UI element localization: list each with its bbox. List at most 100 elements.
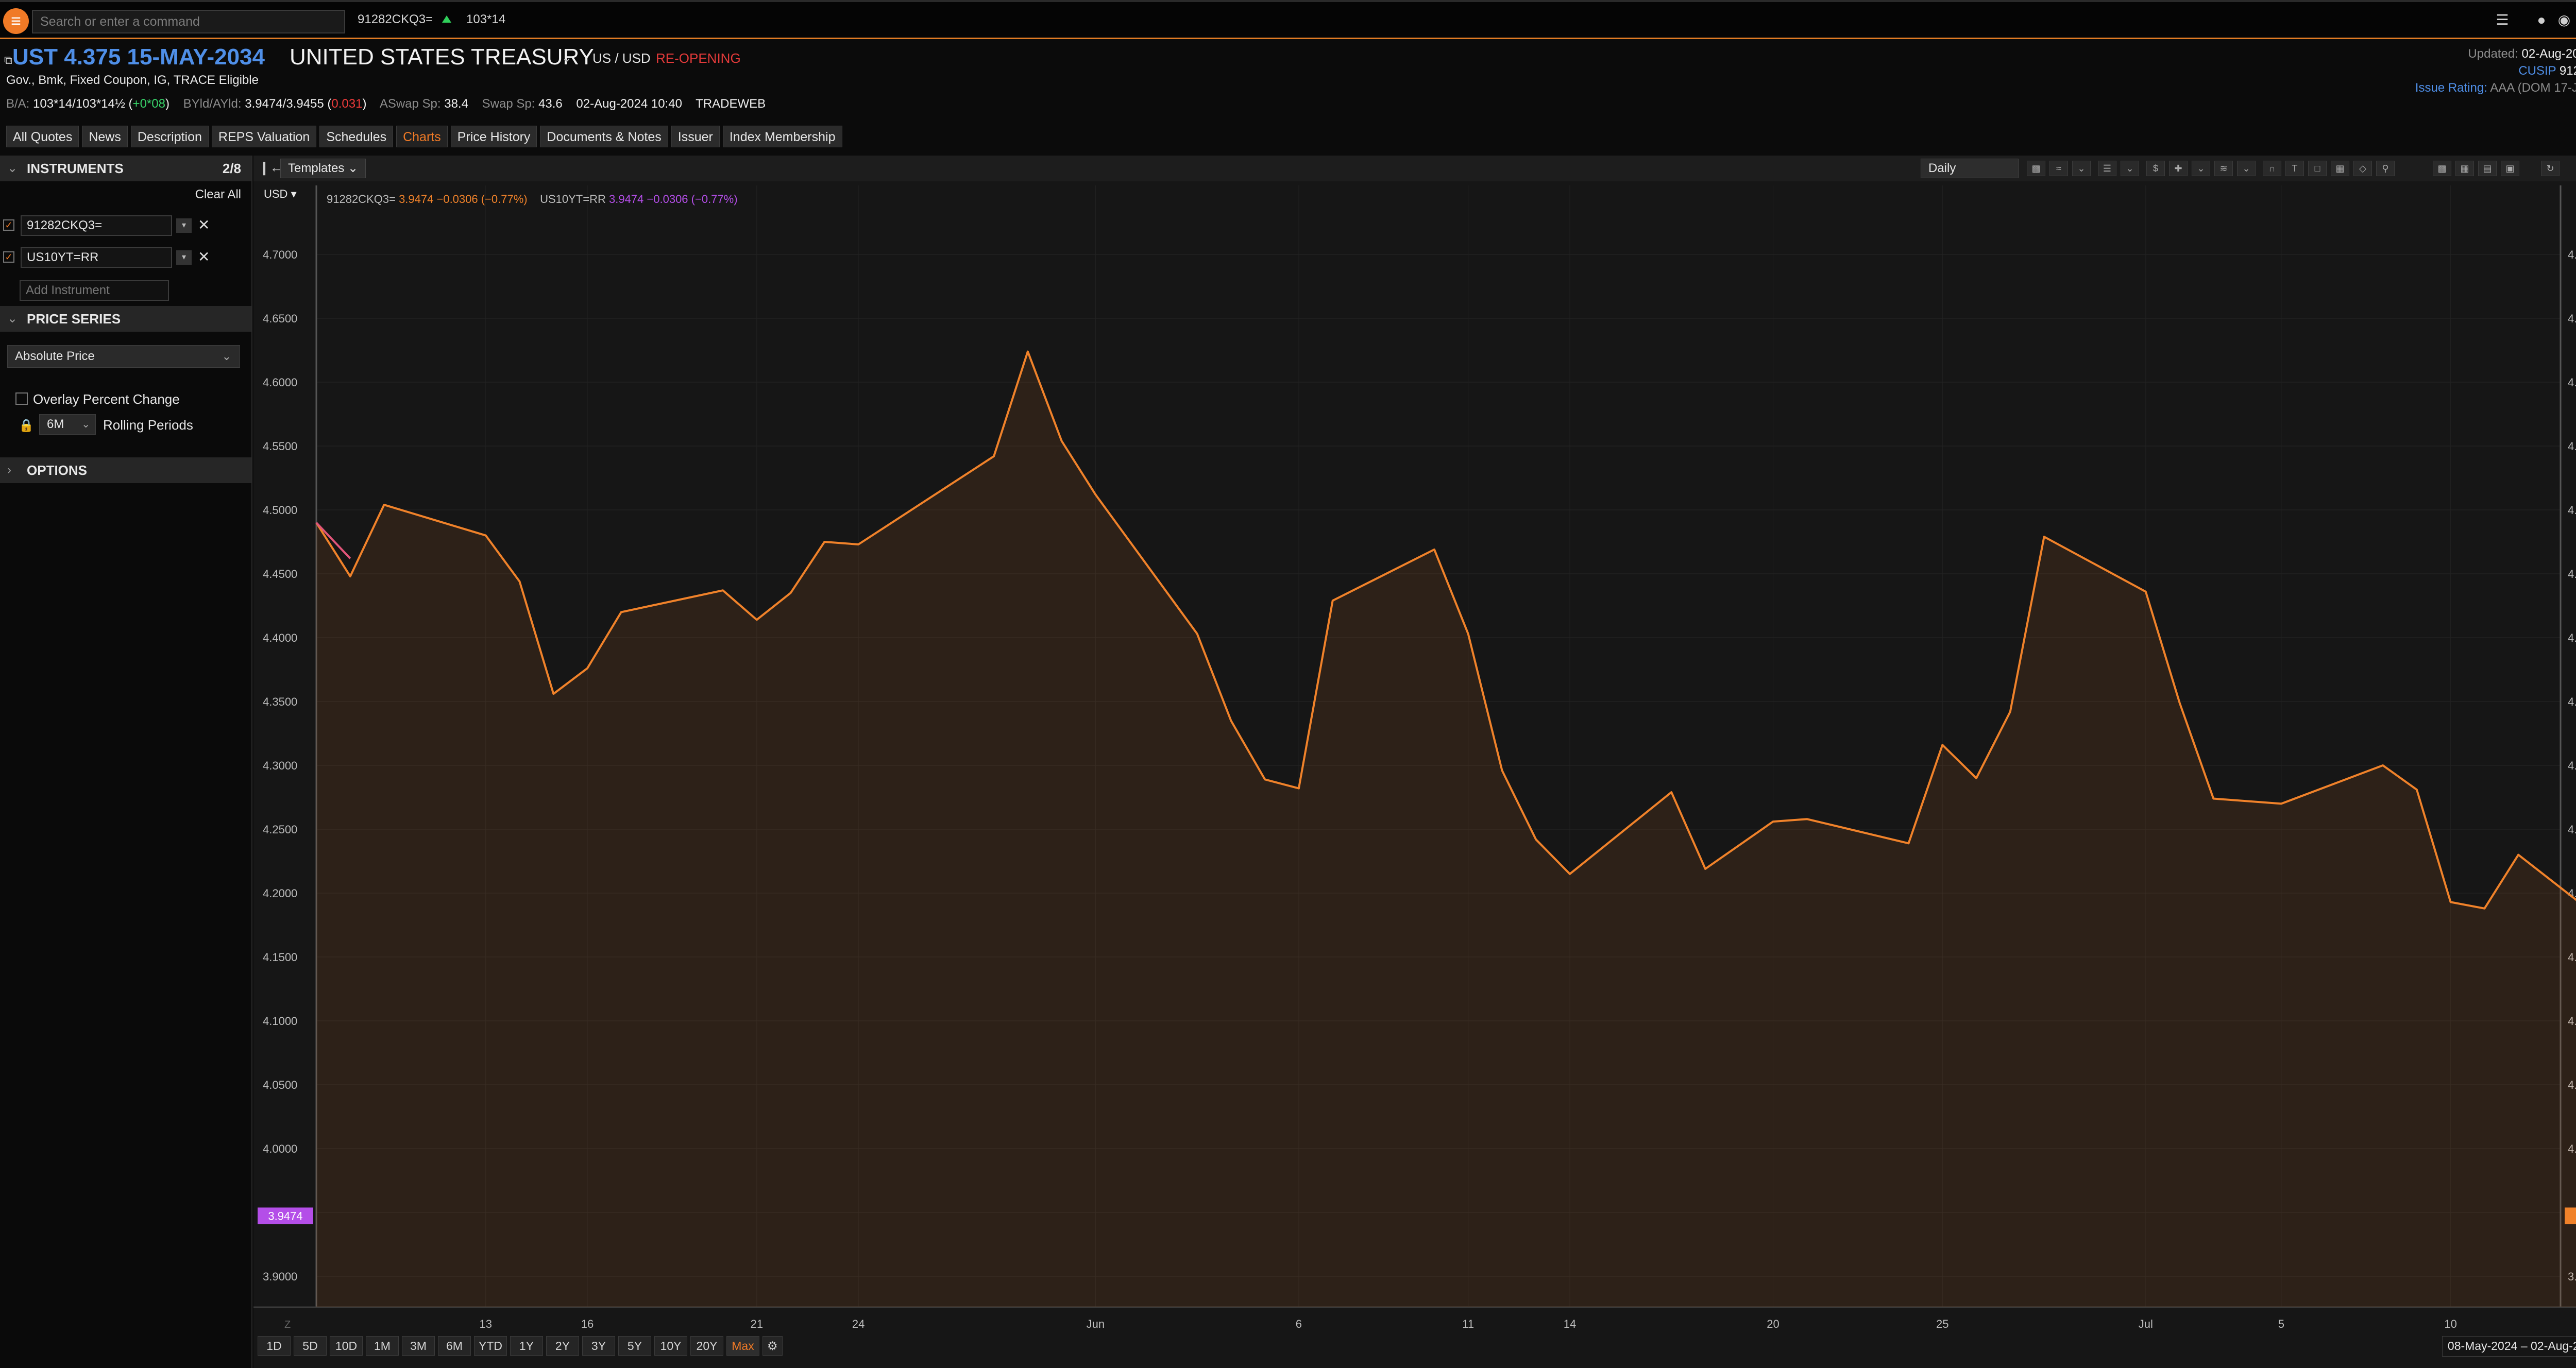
y-tick-label-left: 4.1500 [263, 951, 297, 964]
quote-source: TRADEWEB [696, 97, 766, 111]
crosshair-icon[interactable]: ✚ [2169, 161, 2188, 176]
update-info: Updated: 02-Aug-2024 10:40 CUSIP 91282CK… [2415, 45, 2576, 96]
range-1y-button[interactable]: 1Y [510, 1336, 543, 1356]
shapes-icon[interactable]: ◇ [2353, 161, 2372, 176]
chart-add-icon[interactable]: ▩ [2433, 161, 2451, 176]
tab-documents-notes[interactable]: Documents & Notes [540, 126, 668, 147]
dollar-icon[interactable]: $ [2146, 161, 2165, 176]
user-icon[interactable]: ● [2534, 12, 2549, 28]
tab-index-membership[interactable]: Index Membership [722, 126, 842, 147]
overlay-percent-label: Overlay Percent Change [33, 391, 180, 407]
collapse-panel-icon[interactable]: ❙← [259, 160, 283, 176]
chevron-down-icon[interactable]: ⌄ [562, 50, 572, 65]
instrument-field[interactable]: US10YT=RR [21, 247, 172, 268]
range-3y-button[interactable]: 3Y [582, 1336, 615, 1356]
reset-icon[interactable]: ↻ [2541, 161, 2560, 176]
magnet-icon[interactable]: ∩ [2263, 161, 2281, 176]
text-icon[interactable]: T [2285, 161, 2304, 176]
tab-schedules[interactable]: Schedules [319, 126, 394, 147]
chart-type-icon[interactable]: ≈ [2049, 161, 2068, 176]
range-max-button[interactable]: Max [726, 1336, 759, 1356]
range-settings-icon[interactable]: ⚙ [762, 1336, 783, 1356]
price-chart[interactable]: 4.7000 4.7000 4.6500 4.6500 4.6000 4.6000 4.55… [253, 181, 2576, 1368]
price-series-section-header[interactable]: ⌄ PRICE SERIES [0, 306, 251, 332]
wave-icon[interactable]: ≋ [2214, 161, 2233, 176]
tab-charts[interactable]: Charts [396, 126, 448, 147]
remove-instrument-icon[interactable]: ✕ [198, 216, 210, 233]
y-tick-label-left: 4.4500 [263, 568, 297, 580]
y-tick-label-left: 4.1000 [263, 1015, 297, 1028]
table-icon[interactable]: ▦ [2455, 161, 2474, 176]
price-series-select[interactable]: Absolute Price ⌄ [7, 345, 240, 368]
tab-description[interactable]: Description [130, 126, 209, 147]
range-6m-button[interactable]: 6M [438, 1336, 471, 1356]
menu-icon[interactable]: ☰ [2495, 12, 2510, 28]
instrument-checkbox[interactable]: ✓ [3, 251, 14, 263]
x-tick-label: 6 [1296, 1318, 1302, 1330]
range-1m-button[interactable]: 1M [366, 1336, 399, 1356]
instrument-field[interactable]: 91282CKQ3= [21, 215, 172, 236]
tab-news[interactable]: News [82, 126, 128, 147]
range-20y-button[interactable]: 20Y [690, 1336, 723, 1356]
remove-instrument-icon[interactable]: ✕ [198, 248, 210, 265]
range-3m-button[interactable]: 3M [402, 1336, 435, 1356]
swap-label: Swap Sp: [482, 97, 535, 111]
range-10d-button[interactable]: 10D [330, 1336, 363, 1356]
tab-issuer[interactable]: Issuer [671, 126, 720, 147]
interval-select[interactable]: Daily [1921, 159, 2019, 178]
save-icon[interactable]: ▣ [2501, 161, 2519, 176]
y-tick-label-left: 4.3500 [263, 695, 297, 708]
ba-value: 103*14/103*14½ [33, 97, 125, 111]
instruments-section-header[interactable]: ⌄ INSTRUMENTS 2/8 [0, 156, 251, 181]
chevron-down-icon[interactable]: ⌄ [2072, 161, 2091, 176]
chart-canvas[interactable]: 4.7000 4.7000 4.6500 4.6500 4.6000 4.6000 4.55… [253, 181, 2576, 1368]
box-select-icon[interactable]: □ [2308, 161, 2327, 176]
lock-icon[interactable]: 🔒 [19, 418, 34, 433]
chevron-down-icon[interactable]: ▾ [176, 250, 192, 265]
grid-icon[interactable]: ▦ [2331, 161, 2349, 176]
y-tick-label-right: 4.4000 [2568, 631, 2576, 644]
byld-label: BYld/AYld: [183, 97, 242, 111]
last-value-label-left: 3.9474 [268, 1209, 302, 1222]
zoom-icon[interactable]: ⚲ [2376, 161, 2395, 176]
range-5y-button[interactable]: 5Y [618, 1336, 651, 1356]
chat-icon[interactable]: ◉ [2556, 12, 2572, 28]
date-range-display[interactable]: 08-May-2024 – 02-Aug-2024 [2442, 1336, 2576, 1357]
chevron-down-icon[interactable]: ⌄ [2192, 161, 2210, 176]
chevron-down-icon: ⌄ [222, 350, 231, 363]
templates-button[interactable]: Templates ⌄ [280, 159, 366, 178]
x-tick-label: 16 [581, 1318, 594, 1330]
rolling-periods-label: Rolling Periods [103, 417, 193, 433]
copy-icon[interactable]: ⧉ [4, 54, 12, 67]
tab-reps-valuation[interactable]: REPS Valuation [211, 126, 317, 147]
range-10y-button[interactable]: 10Y [654, 1336, 687, 1356]
bond-title[interactable]: UST 4.375 15-MAY-2034 [12, 44, 265, 70]
instrument-checkbox[interactable]: ✓ [3, 219, 14, 231]
overlay-percent-checkbox[interactable] [15, 392, 28, 405]
range-5d-button[interactable]: 5D [294, 1336, 327, 1356]
options-section-header[interactable]: › OPTIONS [0, 457, 251, 483]
command-search-input[interactable]: Search or enter a command [32, 10, 345, 33]
range-1d-button[interactable]: 1D [258, 1336, 291, 1356]
layout-icon[interactable]: ▤ [2478, 161, 2497, 176]
clear-all-button[interactable]: Clear All [195, 187, 241, 202]
range-ytd-button[interactable]: YTD [474, 1336, 507, 1356]
bar-chart-icon[interactable]: ▩ [2027, 161, 2045, 176]
add-instrument-input[interactable]: Add Instrument [20, 280, 169, 301]
app-menu-icon[interactable]: ≡ [3, 8, 29, 34]
chevron-down-icon[interactable]: ▾ [176, 218, 192, 233]
range-2y-button[interactable]: 2Y [546, 1336, 579, 1356]
tab-all-quotes[interactable]: All Quotes [6, 126, 79, 147]
issuer-name[interactable]: UNITED STATES TREASURY [290, 44, 594, 70]
chevron-down-icon[interactable]: ⌄ [2237, 161, 2256, 176]
y-tick-label-left: 4.6500 [263, 312, 297, 325]
price-series-value: Absolute Price [15, 349, 95, 363]
tab-price-history[interactable]: Price History [450, 126, 537, 147]
chevron-down-icon[interactable]: ⌄ [2121, 161, 2139, 176]
x-tick-label: Jun [1087, 1318, 1105, 1330]
currency-select[interactable]: USD ▾ [264, 187, 297, 201]
x-tick-label: 21 [751, 1318, 763, 1330]
list-icon[interactable]: ☰ [2098, 161, 2116, 176]
legend-series1-ric: 91282CKQ3= [327, 193, 396, 206]
rolling-period-select[interactable]: 6M ⌄ [39, 414, 96, 435]
